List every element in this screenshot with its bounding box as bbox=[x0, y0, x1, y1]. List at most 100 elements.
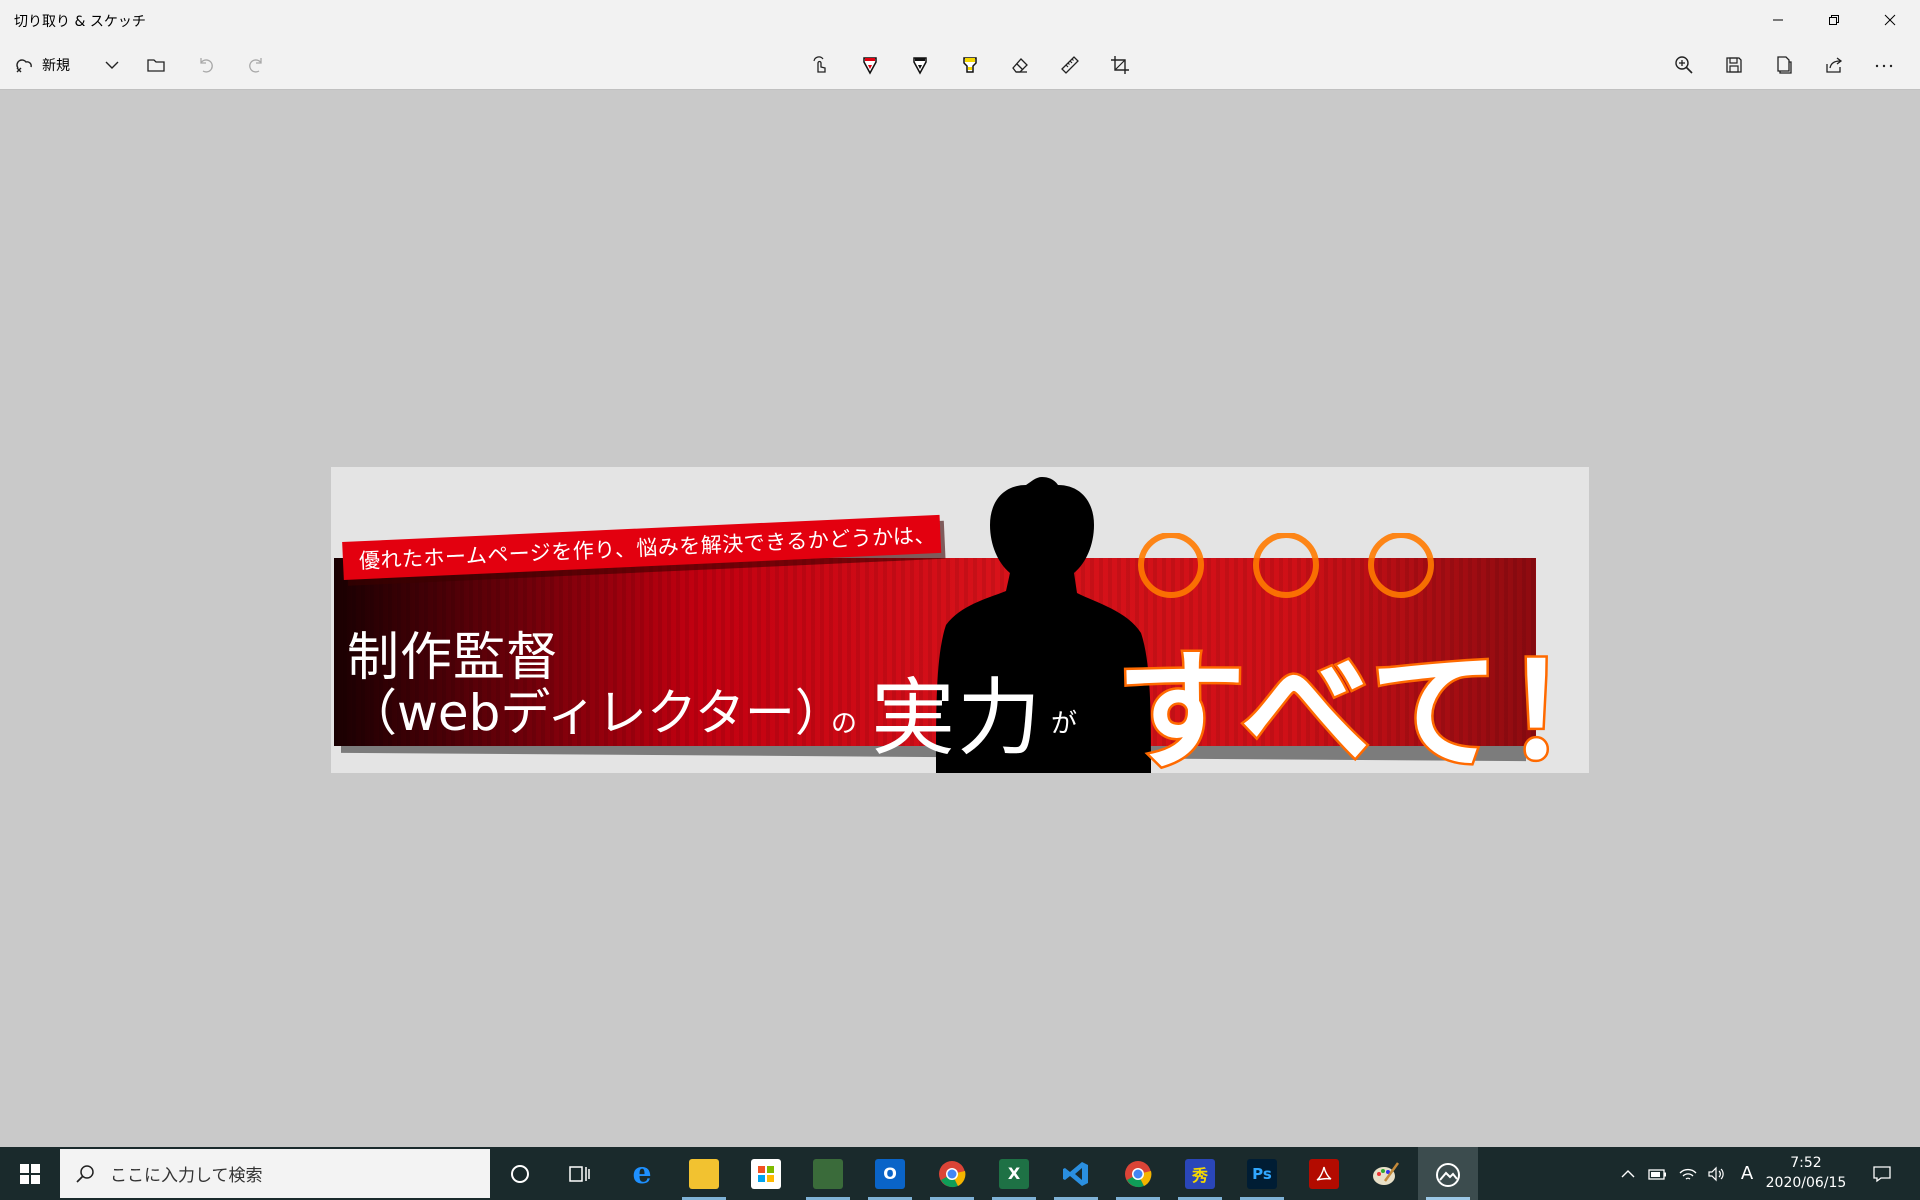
ballpoint-pen-button[interactable] bbox=[858, 40, 882, 90]
more-button[interactable] bbox=[1872, 40, 1896, 90]
battery-icon bbox=[1648, 1168, 1666, 1180]
headline-subete: すべて！ bbox=[1114, 634, 1589, 774]
taskbar-app-chrome-2[interactable] bbox=[1108, 1147, 1168, 1200]
hidemaru-icon: 秀 bbox=[1185, 1158, 1215, 1189]
taskbar-app-edge[interactable]: e bbox=[612, 1147, 672, 1200]
headline-jitsuryoku: 実力 bbox=[871, 669, 1044, 767]
taskbar-app-explorer[interactable] bbox=[674, 1147, 734, 1200]
share-button[interactable] bbox=[1822, 40, 1846, 90]
taskbar-app-paint[interactable] bbox=[1356, 1147, 1416, 1200]
file-explorer-icon bbox=[689, 1158, 719, 1189]
particle-ga: が bbox=[1051, 709, 1078, 739]
redo-icon bbox=[249, 58, 262, 73]
orange-rings bbox=[1138, 533, 1434, 598]
taskbar-app-chrome[interactable] bbox=[922, 1147, 982, 1200]
tray-volume[interactable] bbox=[1702, 1147, 1730, 1200]
eraser-button[interactable] bbox=[1008, 40, 1032, 90]
taskbar-app-vscode[interactable] bbox=[1046, 1147, 1106, 1200]
action-center-button[interactable] bbox=[1862, 1147, 1902, 1200]
taskbar-app-cortana[interactable] bbox=[490, 1147, 550, 1200]
pencil-icon bbox=[913, 57, 927, 75]
close-icon bbox=[1884, 14, 1896, 26]
minimize-button[interactable] bbox=[1750, 0, 1806, 40]
photoshop-icon: Ps bbox=[1247, 1158, 1277, 1189]
taskbar-search[interactable]: ここに入力して検索 bbox=[60, 1149, 490, 1198]
store-icon bbox=[751, 1158, 781, 1189]
taskbar-app-hidemaru[interactable]: 秀 bbox=[1170, 1147, 1230, 1200]
tray-battery[interactable] bbox=[1644, 1147, 1672, 1200]
redo-button[interactable] bbox=[244, 40, 268, 90]
save-button[interactable] bbox=[1722, 40, 1746, 90]
edge-icon: e bbox=[632, 1156, 652, 1191]
undo-icon bbox=[200, 58, 213, 73]
snip-sketch-icon bbox=[1436, 1162, 1460, 1187]
excel-icon: X bbox=[999, 1158, 1029, 1189]
chrome-icon bbox=[1125, 1160, 1152, 1187]
new-snip-dropdown[interactable] bbox=[100, 40, 124, 90]
zoom-button[interactable] bbox=[1672, 40, 1696, 90]
task-view-icon bbox=[569, 1165, 590, 1182]
start-button[interactable] bbox=[0, 1147, 60, 1200]
undo-button[interactable] bbox=[194, 40, 218, 90]
save-icon bbox=[1726, 57, 1742, 73]
outlook-icon: O bbox=[875, 1158, 905, 1189]
notification-icon bbox=[1873, 1165, 1891, 1182]
taskbar-app-snip-sketch[interactable] bbox=[1418, 1147, 1478, 1200]
copy-icon bbox=[1777, 56, 1792, 74]
tray-overflow-button[interactable] bbox=[1614, 1147, 1642, 1200]
touch-writing-button[interactable] bbox=[808, 40, 832, 90]
windows-logo-icon bbox=[20, 1163, 40, 1184]
new-snip-icon bbox=[16, 59, 32, 73]
taskbar-app-photoshop[interactable]: Ps bbox=[1232, 1147, 1292, 1200]
crop-button[interactable] bbox=[1108, 40, 1132, 90]
touch-writing-icon bbox=[813, 56, 826, 73]
clock-date: 2020/06/15 bbox=[1765, 1175, 1847, 1191]
eraser-icon bbox=[1012, 58, 1028, 73]
chrome-icon bbox=[939, 1160, 966, 1187]
vscode-icon bbox=[1063, 1161, 1088, 1186]
ballpoint-pen-icon bbox=[863, 57, 877, 75]
search-icon bbox=[76, 1164, 94, 1183]
snip-image[interactable]: 優れたホームページを作り、悩みを解決できるかどうかは、 制作監督 （webディレ… bbox=[331, 467, 1589, 773]
tray-network[interactable] bbox=[1674, 1147, 1702, 1200]
toolbar: 新規 bbox=[0, 40, 1920, 130]
highlighter-icon bbox=[963, 57, 977, 73]
wifi-icon bbox=[1679, 1168, 1697, 1180]
chevron-up-icon bbox=[1621, 1169, 1635, 1177]
share-icon bbox=[1826, 57, 1843, 73]
speaker-icon bbox=[1708, 1166, 1724, 1181]
crop-icon bbox=[1111, 56, 1129, 74]
taskbar: ここに入力して検索 e O X 秀 Ps A 7:52 2020/06/15 bbox=[0, 1147, 1920, 1200]
taskbar-app-outlook[interactable]: O bbox=[860, 1147, 920, 1200]
chevron-down-icon bbox=[105, 61, 119, 69]
headline-line2: （webディレクター） bbox=[347, 684, 845, 742]
restore-button[interactable] bbox=[1806, 0, 1862, 40]
highlighter-button[interactable] bbox=[958, 40, 982, 90]
taskbar-app-lock[interactable] bbox=[798, 1147, 858, 1200]
lock-app-icon bbox=[813, 1158, 843, 1189]
tray-clock[interactable]: 7:52 2020/06/15 bbox=[1756, 1153, 1856, 1193]
close-button[interactable] bbox=[1862, 0, 1918, 40]
taskbar-app-store[interactable] bbox=[736, 1147, 796, 1200]
restore-icon bbox=[1829, 15, 1839, 25]
search-placeholder: ここに入力して検索 bbox=[110, 1166, 263, 1186]
paint-icon bbox=[1373, 1161, 1400, 1185]
title-bar: 切り取り & スケッチ bbox=[0, 0, 1920, 40]
taskbar-app-taskview[interactable] bbox=[550, 1147, 610, 1200]
ruler-icon bbox=[1061, 56, 1079, 74]
open-file-button[interactable] bbox=[144, 40, 168, 90]
pencil-button[interactable] bbox=[908, 40, 932, 90]
taskbar-app-excel[interactable]: X bbox=[984, 1147, 1044, 1200]
new-label: 新規 bbox=[42, 58, 70, 74]
zoom-in-icon bbox=[1675, 56, 1693, 74]
folder-icon bbox=[147, 59, 165, 72]
particle-no: の bbox=[831, 709, 858, 739]
new-snip-button[interactable]: 新規 bbox=[14, 40, 70, 90]
ruler-button[interactable] bbox=[1058, 40, 1082, 90]
minimize-icon bbox=[1773, 19, 1783, 21]
window-title: 切り取り & スケッチ bbox=[14, 14, 146, 30]
canvas-area[interactable]: 優れたホームページを作り、悩みを解決できるかどうかは、 制作監督 （webディレ… bbox=[0, 91, 1920, 1147]
copy-button[interactable] bbox=[1772, 40, 1796, 90]
acrobat-icon bbox=[1309, 1158, 1339, 1189]
taskbar-app-acrobat[interactable] bbox=[1294, 1147, 1354, 1200]
